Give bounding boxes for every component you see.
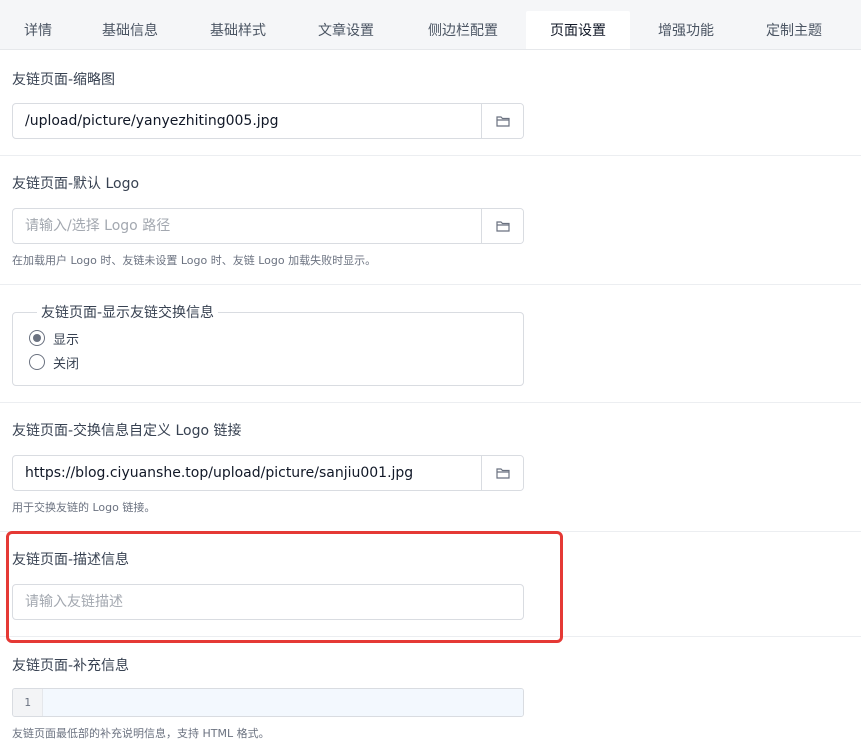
description-section: 友链页面-描述信息: [0, 532, 861, 637]
description-input[interactable]: [13, 585, 523, 619]
default-logo-input-group: [12, 208, 524, 244]
radio-label-show: 显示: [53, 332, 80, 348]
thumbnail-input-group: [12, 103, 524, 139]
exchange-info-label: 友链页面-显示友链交换信息: [41, 305, 215, 321]
folder-icon: [495, 468, 510, 479]
exchange-info-radio-group: 友链页面-显示友链交换信息 显示 关闭: [12, 302, 524, 386]
default-logo-label: 友链页面-默认 Logo: [12, 176, 140, 192]
tab-details[interactable]: 详情: [0, 11, 76, 49]
folder-icon: [495, 116, 510, 127]
thumbnail-browse-button[interactable]: [481, 104, 523, 138]
tab-basic-style[interactable]: 基础样式: [184, 11, 292, 49]
radio-option-hide[interactable]: 关闭: [29, 350, 507, 374]
supplement-code-editor[interactable]: 1: [12, 688, 524, 717]
tab-page-settings[interactable]: 页面设置: [526, 11, 630, 49]
default-logo-help: 在加载用户 Logo 时、友链未设置 Logo 时、友链 Logo 加载失败时显…: [12, 254, 377, 267]
custom-logo-browse-button[interactable]: [481, 456, 523, 490]
folder-icon: [495, 221, 510, 232]
code-area[interactable]: [43, 689, 523, 716]
custom-logo-input-group: [12, 455, 524, 491]
description-label: 友链页面-描述信息: [12, 552, 130, 568]
tab-enhancements[interactable]: 增强功能: [630, 11, 742, 49]
thumbnail-label: 友链页面-缩略图: [12, 72, 116, 88]
thumbnail-section: 友链页面-缩略图: [0, 51, 861, 156]
tab-custom-theme[interactable]: 定制主题: [742, 11, 846, 49]
line-number: 1: [13, 689, 43, 716]
radio-checked-icon[interactable]: [29, 330, 45, 346]
supplement-help: 友链页面最低部的补充说明信息，支持 HTML 格式。: [12, 727, 270, 740]
radio-unchecked-icon[interactable]: [29, 354, 45, 370]
default-logo-input[interactable]: [13, 209, 481, 243]
tab-article-settings[interactable]: 文章设置: [292, 11, 400, 49]
custom-logo-label: 友链页面-交换信息自定义 Logo 链接: [12, 423, 242, 439]
description-input-group: [12, 584, 524, 620]
tab-sidebar-config[interactable]: 侧边栏配置: [400, 11, 526, 49]
default-logo-browse-button[interactable]: [481, 209, 523, 243]
tab-basic-info[interactable]: 基础信息: [76, 11, 184, 49]
radio-label-hide: 关闭: [53, 356, 80, 372]
custom-logo-section: 友链页面-交换信息自定义 Logo 链接 用于交换友链的 Logo 链接。: [0, 403, 861, 532]
settings-tab-bar: 详情 基础信息 基础样式 文章设置 侧边栏配置 页面设置 增强功能 定制主题: [0, 0, 861, 50]
thumbnail-input[interactable]: [13, 104, 481, 138]
default-logo-section: 友链页面-默认 Logo 在加载用户 Logo 时、友链未设置 Logo 时、友…: [0, 156, 861, 285]
radio-option-show[interactable]: 显示: [29, 326, 507, 350]
custom-logo-help: 用于交换友链的 Logo 链接。: [12, 501, 156, 514]
supplement-label: 友链页面-补充信息: [12, 658, 130, 674]
custom-logo-input[interactable]: [13, 456, 481, 490]
